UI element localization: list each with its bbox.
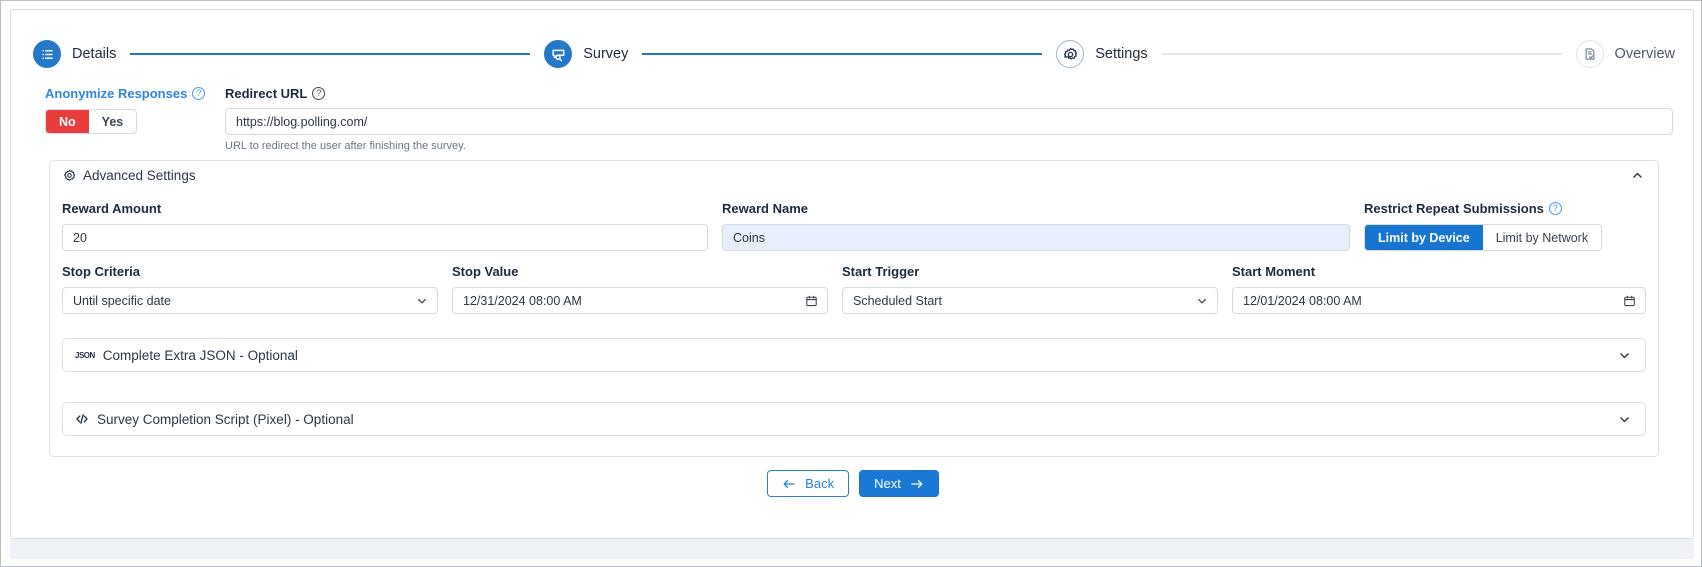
stop-value-datetime-input[interactable]: 12/31/2024 08:00 AM (452, 287, 828, 314)
reward-amount-input[interactable]: 20 (62, 224, 708, 251)
advanced-settings-body: Reward Amount 20 Reward Name Coins Restr… (50, 190, 1658, 436)
reward-amount-label: Reward Amount (62, 201, 162, 216)
start-trigger-label: Start Trigger (842, 264, 920, 279)
start-trigger-select[interactable]: Scheduled Start (842, 287, 1218, 314)
chevron-up-icon[interactable] (1631, 169, 1644, 182)
advanced-row-2: Stop Criteria Until specific date Stop V… (62, 263, 1646, 314)
next-button[interactable]: Next (859, 470, 939, 497)
question-icon[interactable]: ? (312, 87, 326, 100)
back-button[interactable]: Back (767, 470, 850, 497)
anonymize-responses-label-text: Anonymize Responses (45, 86, 188, 101)
question-icon[interactable]: ? (1548, 202, 1562, 215)
json-icon: JSON (75, 350, 95, 360)
reward-name-label: Reward Name (722, 201, 808, 216)
restrict-repeat-submissions-label-text: Restrict Repeat Submissions (1364, 201, 1544, 216)
anonymize-toggle[interactable]: No Yes (45, 109, 138, 134)
chevron-down-icon[interactable] (1618, 413, 1631, 426)
step-overview[interactable]: Overview (1575, 40, 1675, 68)
start-moment-label: Start Moment (1232, 264, 1316, 279)
wizard-stepper: Details Survey Settings Overview (11, 30, 1693, 78)
start-trigger-field: Start Trigger Scheduled Start (842, 263, 1218, 314)
survey-search-icon (544, 40, 573, 68)
question-icon[interactable]: ? (192, 87, 206, 100)
step-details-label: Details (72, 46, 117, 62)
step-connector-1 (130, 53, 531, 55)
step-connector-3 (1161, 53, 1562, 55)
document-check-icon (1575, 40, 1604, 68)
chevron-down-icon[interactable] (1196, 295, 1208, 307)
advanced-settings-header[interactable]: Advanced Settings (50, 161, 1658, 190)
step-survey[interactable]: Survey (544, 40, 628, 68)
step-details[interactable]: Details (33, 40, 116, 68)
completion-script-panel[interactable]: Survey Completion Script (Pixel) - Optio… (62, 402, 1646, 436)
stop-criteria-label: Stop Criteria (62, 264, 141, 279)
restrict-repeat-submissions-field: Restrict Repeat Submissions ? Limit by D… (1364, 200, 1646, 251)
completion-script-panel-label: Survey Completion Script (Pixel) - Optio… (97, 411, 354, 427)
stop-criteria-value: Until specific date (73, 293, 171, 308)
start-moment-text: 12/01/2024 08:00 AM (1243, 293, 1362, 308)
reward-amount-field: Reward Amount 20 (62, 200, 708, 251)
redirect-url-field: Redirect URL ? https://blog.polling.com/… (225, 86, 1673, 152)
redirect-url-label: Redirect URL ? (225, 86, 1673, 101)
wizard-footer: Back Next (11, 470, 1693, 497)
gear-icon (63, 169, 76, 182)
start-moment-datetime-input[interactable]: 12/01/2024 08:00 AM (1232, 287, 1646, 314)
anonymize-responses-label: Anonymize Responses ? (45, 86, 225, 101)
advanced-settings-card: Advanced Settings Reward Amount 20 Rewar… (49, 160, 1659, 457)
list-icon (33, 40, 61, 68)
stop-value-label: Stop Value (452, 264, 519, 279)
extra-json-panel[interactable]: JSON Complete Extra JSON - Optional (62, 338, 1646, 372)
top-fields-row: Anonymize Responses ? No Yes Redirect UR… (11, 86, 1693, 152)
survey-settings-page: Details Survey Settings Overview Anonymi… (10, 9, 1694, 539)
arrow-left-icon (782, 478, 796, 490)
step-settings[interactable]: Settings (1056, 40, 1148, 68)
start-trigger-value: Scheduled Start (853, 293, 942, 308)
redirect-url-help-text: URL to redirect the user after finishing… (225, 140, 466, 152)
chevron-down-icon[interactable] (1618, 349, 1631, 362)
advanced-settings-title: Advanced Settings (83, 168, 196, 183)
restrict-repeat-submissions-label: Restrict Repeat Submissions ? (1364, 200, 1562, 217)
restrict-option-limit-by-network[interactable]: Limit by Network (1483, 225, 1601, 250)
anonymize-responses-field: Anonymize Responses ? No Yes (45, 86, 225, 134)
advanced-row-1: Reward Amount 20 Reward Name Coins Restr… (62, 200, 1646, 251)
restrict-repeat-toggle[interactable]: Limit by Device Limit by Network (1364, 224, 1603, 251)
gear-icon (1056, 40, 1085, 68)
extra-json-panel-label: Complete Extra JSON - Optional (102, 347, 298, 363)
code-icon (75, 412, 89, 426)
redirect-url-label-text: Redirect URL (225, 86, 308, 101)
chevron-down-icon[interactable] (416, 295, 428, 307)
start-moment-field: Start Moment 12/01/2024 08:00 AM (1232, 263, 1646, 314)
stop-value-field: Stop Value 12/31/2024 08:00 AM (452, 263, 828, 314)
bottom-strip (10, 539, 1694, 559)
next-button-label: Next (874, 476, 901, 491)
step-connector-2 (642, 53, 1043, 55)
extra-json-panel-wrap: JSON Complete Extra JSON - Optional (62, 338, 1646, 372)
anonymize-option-no[interactable]: No (46, 110, 89, 133)
stop-value-text: 12/31/2024 08:00 AM (463, 293, 582, 308)
stop-criteria-field: Stop Criteria Until specific date (62, 263, 438, 314)
arrow-right-icon (910, 478, 924, 490)
reward-name-field: Reward Name Coins (722, 200, 1350, 251)
redirect-url-input[interactable]: https://blog.polling.com/ (225, 108, 1673, 135)
step-settings-label: Settings (1095, 46, 1148, 62)
stop-criteria-select[interactable]: Until specific date (62, 287, 438, 314)
back-button-label: Back (805, 476, 835, 491)
calendar-icon[interactable] (1623, 294, 1636, 307)
step-overview-label: Overview (1614, 46, 1675, 62)
step-survey-label: Survey (583, 46, 629, 62)
anonymize-option-yes[interactable]: Yes (89, 110, 137, 133)
calendar-icon[interactable] (805, 294, 818, 307)
completion-script-panel-wrap: Survey Completion Script (Pixel) - Optio… (62, 402, 1646, 436)
restrict-option-limit-by-device[interactable]: Limit by Device (1365, 225, 1483, 250)
reward-name-input[interactable]: Coins (722, 224, 1350, 251)
app-window: Details Survey Settings Overview Anonymi… (0, 0, 1702, 567)
